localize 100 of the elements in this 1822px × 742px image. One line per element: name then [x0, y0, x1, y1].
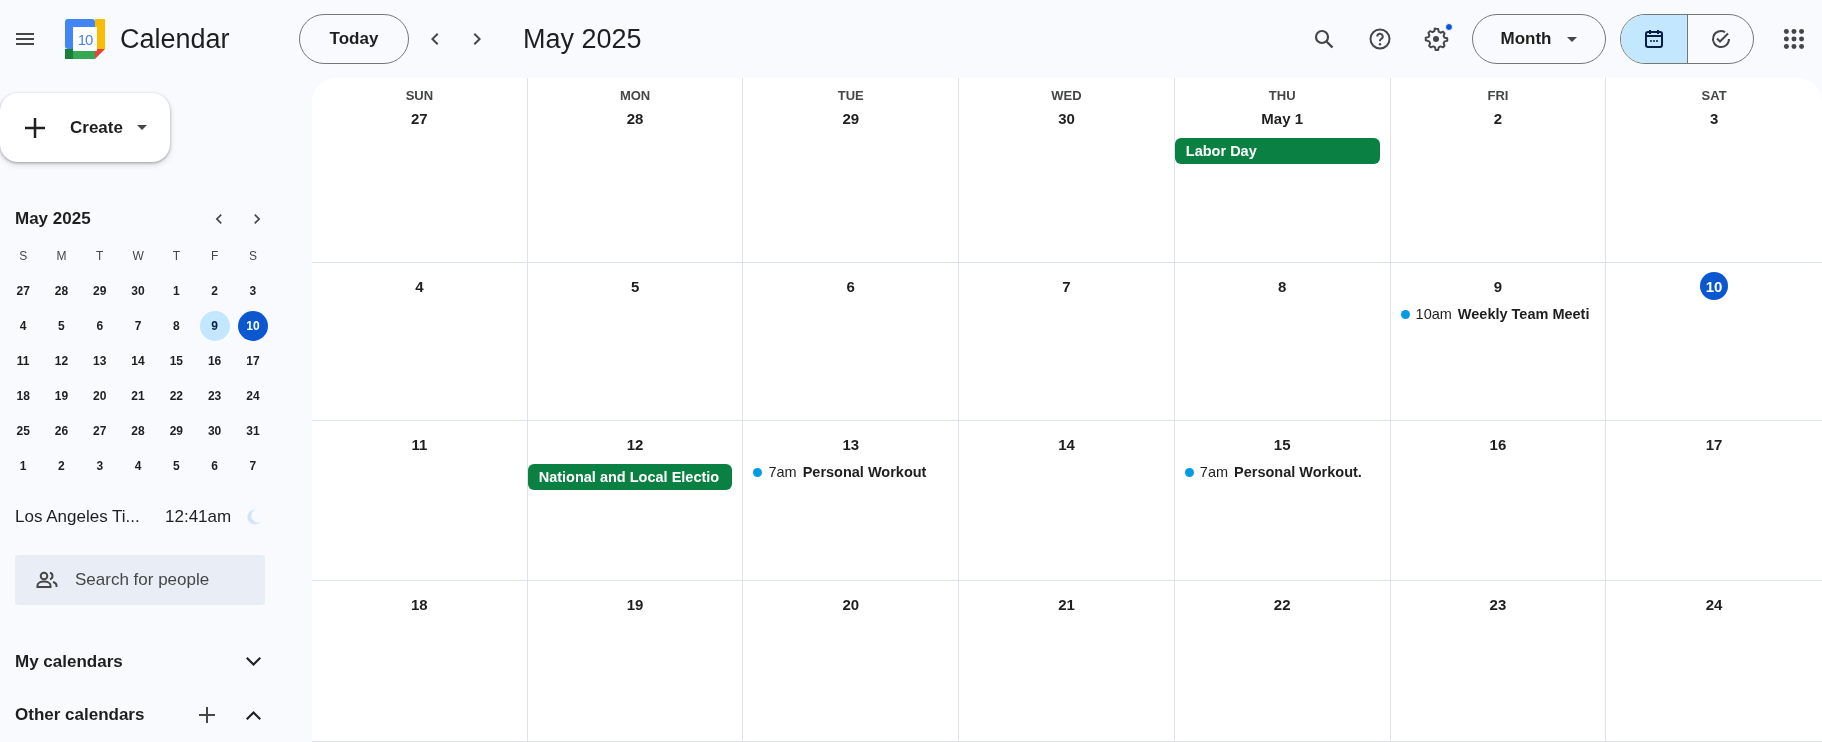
mini-calendar-day[interactable]: 5: [46, 310, 77, 341]
weekday-label: MON: [619, 88, 651, 104]
mini-calendar-day[interactable]: 11: [8, 345, 39, 376]
event-time[interactable]: 7am: [768, 464, 797, 480]
mini-calendar-day[interactable]: 29: [161, 415, 192, 446]
mini-calendar-day[interactable]: 18: [8, 380, 39, 411]
day-number[interactable]: 30: [1052, 104, 1081, 132]
app-name: Calendar: [120, 23, 230, 55]
day-number[interactable]: 6: [836, 272, 865, 300]
day-number[interactable]: 18: [405, 590, 434, 618]
mini-calendar-day[interactable]: 19: [46, 380, 77, 411]
day-number[interactable]: 3: [1700, 104, 1729, 132]
event-time[interactable]: 7am: [1199, 464, 1229, 480]
mini-calendar-day[interactable]: 23: [199, 380, 230, 411]
event-title[interactable]: Personal Workout: [802, 464, 927, 480]
day-number[interactable]: 15: [1268, 430, 1297, 458]
day-number[interactable]: 5: [621, 272, 650, 300]
day-number[interactable]: 19: [621, 590, 650, 618]
mini-calendar-day[interactable]: 31: [237, 415, 268, 446]
mini-calendar-day[interactable]: 5: [161, 450, 192, 481]
section-title[interactable]: My calendars: [15, 651, 221, 672]
weekday-label: S: [19, 248, 28, 263]
day-number[interactable]: May 1: [1257, 104, 1308, 132]
mini-calendar-day[interactable]: 26: [46, 415, 77, 446]
mini-calendar-day[interactable]: 3: [237, 275, 268, 306]
mini-calendar-day[interactable]: 30: [199, 415, 230, 446]
caret-icon: [1567, 36, 1578, 42]
weekday-label: M: [56, 248, 67, 263]
mini-calendar-day[interactable]: 7: [123, 310, 154, 341]
day-number[interactable]: 17: [1700, 430, 1729, 458]
day-number[interactable]: 29: [836, 104, 865, 132]
day-number[interactable]: 28: [621, 104, 650, 132]
mini-calendar-day[interactable]: 8: [161, 310, 192, 341]
mini-calendar-day[interactable]: 27: [8, 275, 39, 306]
mini-calendar-day[interactable]: 17: [237, 345, 268, 376]
day-number[interactable]: 23: [1483, 590, 1512, 618]
day-number[interactable]: 2: [1483, 104, 1512, 132]
day-number[interactable]: 27: [405, 104, 434, 132]
mini-calendar-day[interactable]: 27: [84, 415, 115, 446]
day-number[interactable]: 22: [1268, 590, 1297, 618]
day-number[interactable]: 20: [836, 590, 865, 618]
mini-calendar-day[interactable]: 28: [123, 415, 154, 446]
mini-calendar-day[interactable]: 1: [161, 275, 192, 306]
day-number[interactable]: 7: [1052, 272, 1081, 300]
day-number[interactable]: 14: [1052, 430, 1081, 458]
mini-calendar-day[interactable]: 6: [84, 310, 115, 341]
section-title[interactable]: Other calendars: [15, 705, 175, 726]
mini-calendar-day[interactable]: 20: [84, 380, 115, 411]
timezone-time: 12:41am: [165, 507, 232, 528]
create-button[interactable]: Create: [0, 93, 170, 163]
day-number[interactable]: 24: [1700, 590, 1729, 618]
mini-calendar-day[interactable]: 16: [199, 345, 230, 376]
mini-calendar-title: May 2025: [15, 209, 92, 230]
day-number[interactable]: 9: [1483, 272, 1512, 300]
mini-calendar-day[interactable]: 4: [123, 450, 154, 481]
mini-calendar-day[interactable]: 2: [199, 275, 230, 306]
day-number[interactable]: 10: [1700, 272, 1729, 300]
mini-calendar-day[interactable]: 15: [161, 345, 192, 376]
day-number[interactable]: 13: [836, 430, 865, 458]
mini-calendar-day[interactable]: 9: [199, 310, 230, 341]
mini-calendar-day[interactable]: 2: [46, 450, 77, 481]
day-number[interactable]: 4: [405, 272, 434, 300]
view-dropdown[interactable]: Month: [1472, 14, 1606, 64]
event-title[interactable]: Weekly Team Meeti: [1457, 306, 1590, 322]
weekday-label: S: [248, 248, 257, 263]
mini-calendar-day[interactable]: 10: [237, 310, 268, 341]
mini-calendar-day[interactable]: 7: [237, 450, 268, 481]
weekday-label: SUN: [405, 88, 434, 104]
mini-calendar-day[interactable]: 6: [199, 450, 230, 481]
mini-calendar-day[interactable]: 30: [123, 275, 154, 306]
mini-calendar-day[interactable]: 3: [84, 450, 115, 481]
calendar-view-button[interactable]: [1621, 15, 1687, 63]
mini-calendar-day[interactable]: 21: [123, 380, 154, 411]
day-number[interactable]: 21: [1052, 590, 1081, 618]
mini-calendar-day[interactable]: 22: [161, 380, 192, 411]
weekday-label: W: [132, 248, 144, 263]
day-number[interactable]: 16: [1483, 430, 1512, 458]
event-title[interactable]: Personal Workout.: [1234, 464, 1362, 480]
event-time[interactable]: 10am: [1415, 306, 1452, 322]
day-number[interactable]: 8: [1268, 272, 1297, 300]
today-button[interactable]: Today: [299, 14, 409, 64]
day-number[interactable]: 12: [621, 430, 650, 458]
mini-calendar-day[interactable]: 25: [8, 415, 39, 446]
mini-calendar-day[interactable]: 12: [46, 345, 77, 376]
event-chip[interactable]: Labor Day: [1174, 138, 1380, 164]
chevron-down-icon: [245, 657, 261, 667]
mini-calendar-day[interactable]: 1: [8, 450, 39, 481]
event-chip[interactable]: National and Local Electio: [527, 464, 733, 490]
weekday-label: T: [172, 248, 180, 263]
search-icon: [1312, 27, 1336, 51]
mini-calendar-day[interactable]: 4: [8, 310, 39, 341]
mini-calendar-day[interactable]: 24: [237, 380, 268, 411]
apps-grid-icon: [1781, 26, 1807, 52]
weekday-label: TUE: [837, 88, 864, 104]
mini-calendar-day[interactable]: 29: [84, 275, 115, 306]
day-number[interactable]: 11: [405, 430, 434, 458]
mini-calendar-day[interactable]: 13: [84, 345, 115, 376]
people-search-field[interactable]: Search for people: [15, 555, 265, 606]
mini-calendar-day[interactable]: 14: [123, 345, 154, 376]
mini-calendar-day[interactable]: 28: [46, 275, 77, 306]
